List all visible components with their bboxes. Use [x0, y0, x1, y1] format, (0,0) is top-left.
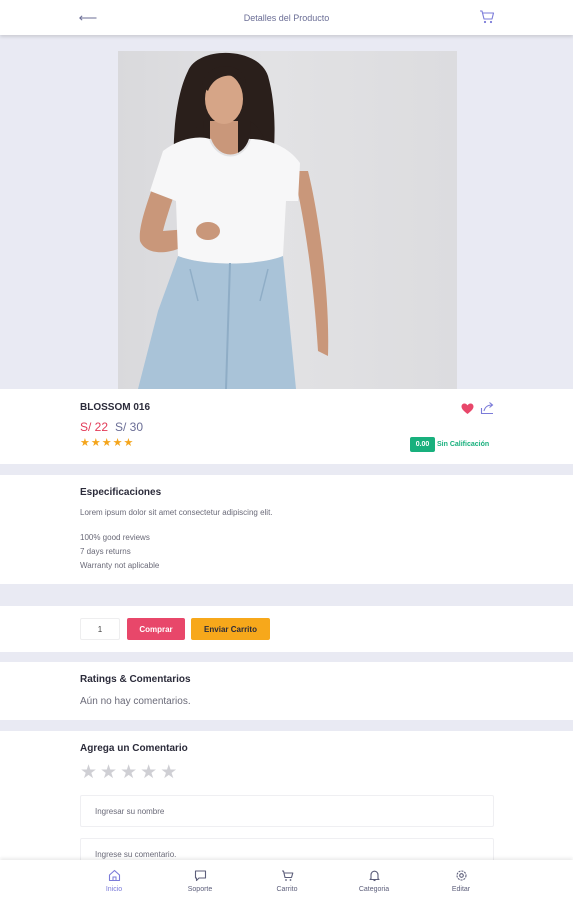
quantity-input[interactable] — [80, 618, 120, 640]
product-star-rating: ★ ★ ★ ★ ★ — [80, 438, 133, 449]
ratings-card: Ratings & Comentarios Aún no hay comenta… — [0, 662, 573, 720]
favorite-button[interactable] — [461, 402, 474, 414]
bottom-navigation: Inicio Soporte Carrito Categoria Editar — [0, 860, 573, 900]
header-cart-button[interactable] — [478, 8, 496, 26]
home-icon — [108, 869, 120, 882]
rate-star-icon[interactable]: ★ — [120, 763, 137, 782]
star-icon: ★ — [123, 437, 134, 449]
rate-star-icon[interactable]: ★ — [100, 763, 117, 782]
add-to-cart-button[interactable]: Enviar Carrito — [191, 618, 270, 640]
empty-comments-text: Aún no hay comentarios. — [80, 696, 191, 707]
share-button[interactable] — [480, 401, 495, 415]
buy-button[interactable]: Comprar — [127, 618, 185, 640]
original-price: S/ 30 — [115, 420, 144, 434]
add-comment-title: Agrega un Comentario — [80, 743, 188, 754]
star-icon: ★ — [112, 437, 123, 449]
specifications-title: Especificaciones — [80, 487, 162, 498]
arrow-left-icon: ⟵ — [78, 10, 98, 25]
product-name: BLOSSOM 016 — [80, 402, 151, 413]
rate-star-icon[interactable]: ★ — [80, 763, 97, 782]
gear-icon — [455, 870, 467, 881]
nav-item-editar[interactable]: Editar — [431, 860, 491, 900]
name-input[interactable] — [80, 795, 494, 827]
spec-item: Warranty not aplicable — [80, 561, 160, 570]
nav-label: Soporte — [187, 886, 213, 893]
product-info-card: BLOSSOM 016 S/ 22 S/ 30 ★ ★ ★ ★ ★ 0.00 S… — [0, 389, 573, 464]
cart-icon — [480, 10, 495, 24]
current-price: S/ 22 — [80, 420, 109, 434]
nav-label: Inicio — [105, 886, 123, 893]
spec-item: 7 days returns — [80, 547, 131, 556]
top-app-bar: ⟵ Detalles del Producto — [0, 0, 573, 35]
rating-selector: ★ ★ ★ ★ ★ — [80, 763, 177, 782]
nav-item-categoria[interactable]: Categoria — [344, 860, 404, 900]
star-icon: ★ — [90, 437, 101, 449]
add-comment-card: Agrega un Comentario ★ ★ ★ ★ ★ — [0, 731, 573, 870]
nav-label: Carrito — [276, 886, 298, 893]
nav-item-soporte[interactable]: Soporte — [170, 860, 230, 900]
specifications-card: Especificaciones Lorem ipsum dolor sit a… — [0, 475, 573, 584]
rate-star-icon[interactable]: ★ — [140, 763, 157, 782]
bell-icon — [368, 870, 380, 882]
ratings-title: Ratings & Comentarios — [80, 674, 191, 685]
nav-item-inicio[interactable]: Inicio — [84, 860, 144, 900]
star-icon: ★ — [101, 437, 112, 449]
nav-label: Editar — [451, 886, 471, 893]
star-icon: ★ — [80, 437, 90, 449]
specifications-description: Lorem ipsum dolor sit amet consectetur a… — [80, 508, 273, 517]
back-button[interactable]: ⟵ — [78, 9, 98, 27]
purchase-card: Comprar Enviar Carrito — [0, 606, 573, 652]
heart-icon — [461, 403, 474, 414]
share-icon — [480, 402, 494, 415]
spec-item: 100% good reviews — [80, 533, 150, 542]
nav-label: Categoria — [358, 886, 390, 893]
cart-icon — [281, 870, 293, 881]
rating-label: Sin Calificación — [437, 441, 490, 448]
rate-star-icon[interactable]: ★ — [160, 763, 177, 782]
page-title: Detalles del Producto — [243, 12, 330, 23]
nav-item-carrito[interactable]: Carrito — [257, 860, 317, 900]
rating-badge: 0.00 — [410, 437, 435, 452]
product-image — [118, 51, 457, 389]
chat-icon — [194, 870, 206, 882]
model-photo — [138, 52, 329, 389]
